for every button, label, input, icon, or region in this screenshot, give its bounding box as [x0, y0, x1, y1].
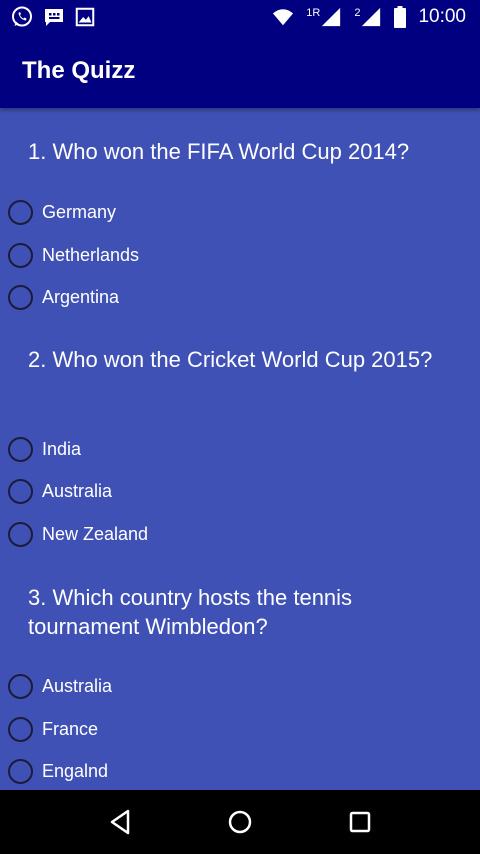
option-label: Australia [42, 480, 113, 501]
option-label: Argentina [42, 286, 120, 307]
signal-icon [362, 7, 381, 27]
roaming-indicator: R [312, 7, 321, 19]
option-label: Germany [42, 201, 117, 222]
question-2: 2. Who won the Cricket World Cup 2015? [28, 347, 433, 372]
option-argentina[interactable]: Argentina [8, 282, 119, 312]
home-button[interactable] [220, 802, 260, 842]
option-label: Netherlands [42, 244, 140, 265]
radio-button[interactable] [8, 242, 33, 268]
sim2-signal: 2 [354, 6, 382, 28]
back-button[interactable] [100, 802, 140, 842]
option-india[interactable]: India [8, 434, 81, 464]
home-icon [228, 810, 252, 834]
back-icon [110, 809, 130, 835]
sim1-signal: 1 R [306, 6, 342, 28]
radio-button[interactable] [8, 758, 33, 784]
quiz-content[interactable]: 1. Who won the FIFA World Cup 2014? Germ… [0, 108, 480, 790]
wifi-icon [272, 7, 294, 27]
radio-button[interactable] [8, 284, 33, 310]
option-netherlands[interactable]: Netherlands [8, 240, 139, 270]
question-3: 3. Which country hosts the tennis tourna… [28, 585, 353, 639]
app-title: The Quizz [22, 57, 136, 84]
notification-icons [0, 5, 96, 29]
radio-button[interactable] [8, 478, 33, 504]
option-australia[interactable]: Australia [8, 671, 112, 701]
sim2-label: 2 [354, 7, 361, 19]
navigation-bar [0, 790, 480, 854]
status-bar: 1 R 2 10:00 [0, 0, 480, 34]
option-label: New Zealand [42, 523, 149, 544]
app-bar: The Quizz [0, 34, 480, 108]
radio-button[interactable] [8, 521, 33, 547]
option-england[interactable]: Engalnd [8, 756, 108, 786]
radio-button[interactable] [8, 716, 33, 742]
gallery-icon [74, 6, 96, 28]
whatsapp-icon [10, 5, 34, 29]
option-australia[interactable]: Australia [8, 476, 112, 506]
recents-button[interactable] [340, 802, 380, 842]
option-new-zealand[interactable]: New Zealand [8, 519, 148, 549]
message-icon [42, 5, 66, 29]
radio-button[interactable] [8, 673, 33, 699]
radio-button[interactable] [8, 199, 33, 225]
system-icons: 1 R 2 10:00 [272, 6, 480, 28]
option-france[interactable]: France [8, 714, 98, 744]
option-label: France [42, 718, 99, 739]
option-label: Engalnd [42, 760, 109, 781]
battery-icon [394, 6, 407, 28]
clock: 10:00 [418, 6, 466, 27]
signal-icon [322, 7, 341, 27]
recents-icon [349, 811, 371, 833]
option-label: Australia [42, 675, 113, 696]
question-1: 1. Who won the FIFA World Cup 2014? [28, 139, 410, 164]
radio-button[interactable] [8, 436, 33, 462]
option-label: India [42, 438, 82, 459]
option-germany[interactable]: Germany [8, 197, 116, 227]
